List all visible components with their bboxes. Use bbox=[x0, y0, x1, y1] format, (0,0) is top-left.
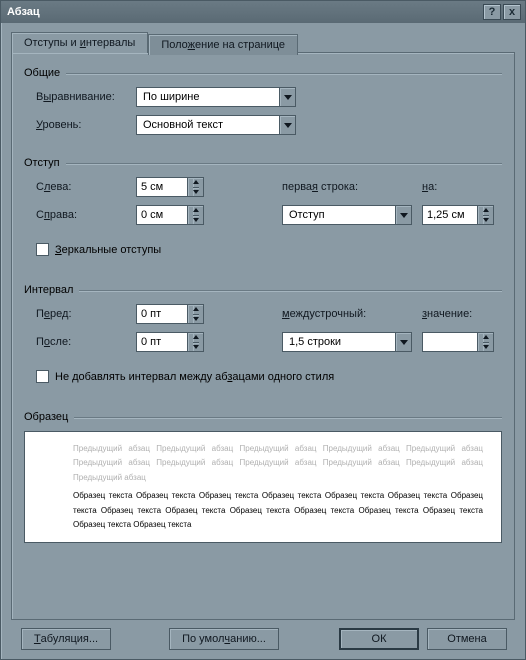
chevron-down-icon[interactable] bbox=[279, 88, 295, 106]
before-label: Перед: bbox=[36, 308, 136, 320]
ok-button[interactable]: ОК bbox=[339, 628, 419, 650]
spin-up-icon[interactable] bbox=[483, 206, 489, 215]
alignment-select[interactable]: По ширине bbox=[136, 87, 296, 107]
level-select[interactable]: Основной текст bbox=[136, 115, 296, 135]
help-icon: ? bbox=[489, 7, 496, 18]
after-input[interactable]: 0 пт bbox=[136, 332, 204, 352]
group-indent: Отступ bbox=[24, 157, 502, 169]
by-label: на: bbox=[422, 181, 437, 193]
no-space-label: Не добавлять интервал между абзацами одн… bbox=[55, 371, 334, 383]
spin-down-icon[interactable] bbox=[193, 187, 199, 197]
indent-right-label: Справа: bbox=[36, 209, 136, 221]
line-spacing-at-input[interactable] bbox=[422, 332, 494, 352]
group-preview: Образец bbox=[24, 411, 502, 423]
before-input[interactable]: 0 пт bbox=[136, 304, 204, 324]
spin-up-icon[interactable] bbox=[193, 333, 199, 342]
indent-right-input[interactable]: 0 см bbox=[136, 205, 204, 225]
close-icon: x bbox=[509, 7, 515, 18]
tab-panel: Общие Выравнивание: По ширине Уровень: О… bbox=[11, 52, 515, 620]
first-line-label: первая строка: bbox=[282, 181, 412, 193]
alignment-label: Выравнивание: bbox=[36, 91, 136, 103]
first-line-by-input[interactable]: 1,25 см bbox=[422, 205, 494, 225]
preview-previous-text: Предыдущий абзац Предыдущий абзац Предыд… bbox=[43, 442, 483, 485]
spin-down-icon[interactable] bbox=[193, 342, 199, 352]
mirror-indents-checkbox[interactable]: Зеркальные отступы bbox=[24, 243, 161, 256]
group-general: Общие bbox=[24, 67, 502, 79]
after-label: После: bbox=[36, 336, 136, 348]
level-label: Уровень: bbox=[36, 119, 136, 131]
indent-left-label: Слева: bbox=[36, 181, 136, 193]
spin-down-icon[interactable] bbox=[193, 215, 199, 225]
group-spacing: Интервал bbox=[24, 284, 502, 296]
chevron-down-icon[interactable] bbox=[395, 333, 411, 351]
tab-strip: Отступы и интервалы Положение на страниц… bbox=[11, 32, 515, 53]
spin-down-icon[interactable] bbox=[483, 342, 489, 352]
paragraph-dialog: Абзац ? x Отступы и интервалы Положение … bbox=[0, 0, 526, 660]
spin-down-icon[interactable] bbox=[483, 215, 489, 225]
preview-box: Предыдущий абзац Предыдущий абзац Предыд… bbox=[24, 431, 502, 543]
checkbox-icon bbox=[36, 243, 49, 256]
first-line-select[interactable]: Отступ bbox=[282, 205, 412, 225]
default-button[interactable]: По умолчанию... bbox=[169, 628, 279, 650]
line-spacing-label: междустрочный: bbox=[282, 308, 412, 320]
chevron-down-icon[interactable] bbox=[395, 206, 411, 224]
spin-up-icon[interactable] bbox=[193, 206, 199, 215]
help-button[interactable]: ? bbox=[483, 4, 501, 20]
at-label: значение: bbox=[422, 308, 472, 320]
tab-indents[interactable]: Отступы и интервалы bbox=[11, 32, 148, 53]
cancel-button[interactable]: Отмена bbox=[427, 628, 507, 650]
indent-left-input[interactable]: 5 см bbox=[136, 177, 204, 197]
spin-down-icon[interactable] bbox=[193, 314, 199, 324]
no-space-checkbox[interactable]: Не добавлять интервал между абзацами одн… bbox=[24, 370, 334, 383]
dialog-title: Абзац bbox=[7, 6, 481, 18]
mirror-indents-label: Зеркальные отступы bbox=[55, 244, 161, 256]
spin-up-icon[interactable] bbox=[193, 178, 199, 187]
checkbox-icon bbox=[36, 370, 49, 383]
tab-position[interactable]: Положение на странице bbox=[148, 34, 298, 55]
titlebar[interactable]: Абзац ? x bbox=[1, 1, 525, 23]
preview-sample-text: Образец текста Образец текста Образец те… bbox=[43, 489, 483, 532]
tabs-button[interactable]: Табуляция... bbox=[21, 628, 111, 650]
line-spacing-select[interactable]: 1,5 строки bbox=[282, 332, 412, 352]
spin-up-icon[interactable] bbox=[193, 305, 199, 314]
close-button[interactable]: x bbox=[503, 4, 521, 20]
spin-up-icon[interactable] bbox=[483, 333, 489, 342]
chevron-down-icon[interactable] bbox=[279, 116, 295, 134]
